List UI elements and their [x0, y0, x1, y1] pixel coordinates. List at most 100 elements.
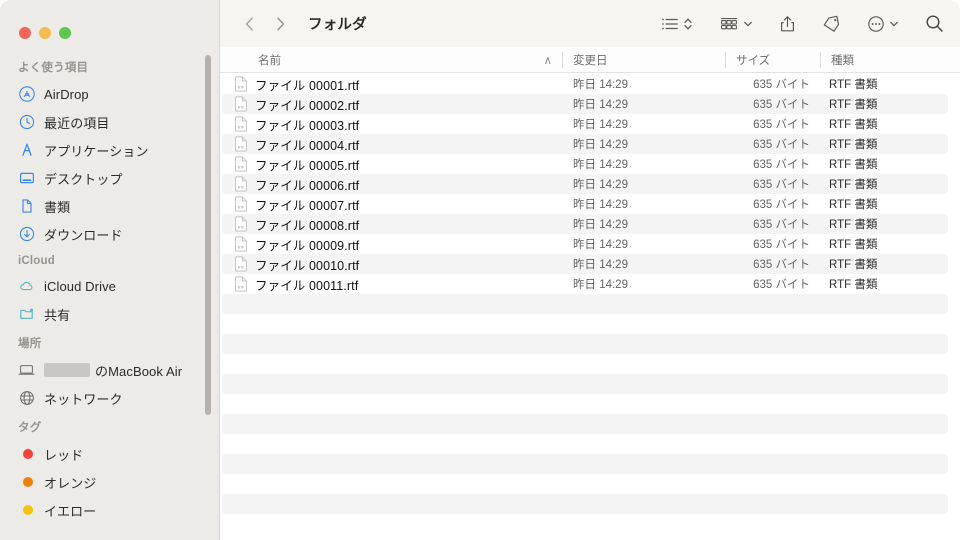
- table-row[interactable]: RTF ファイル 00010.rtf 昨日 14:29 635 バイト RTF …: [220, 254, 960, 274]
- empty-list-row[interactable]: [220, 514, 960, 534]
- rtf-document-icon: RTF: [235, 136, 247, 152]
- svg-text:RTF: RTF: [238, 186, 245, 190]
- sidebar-item-label: 共有: [44, 307, 71, 323]
- empty-list-row[interactable]: [220, 294, 960, 314]
- empty-list-row[interactable]: [220, 334, 960, 354]
- file-size-cell: 635 バイト: [753, 99, 810, 111]
- empty-list-row[interactable]: [220, 454, 960, 474]
- file-name-cell: RTF ファイル 00003.rtf: [220, 115, 562, 134]
- chevron-up-down-icon: [684, 18, 692, 29]
- table-row[interactable]: RTF ファイル 00001.rtf 昨日 14:29 635 バイト RTF …: [220, 74, 960, 94]
- rtf-document-icon: RTF: [235, 96, 247, 112]
- sidebar-item-recents[interactable]: 最近の項目: [0, 108, 219, 136]
- table-row[interactable]: RTF ファイル 00005.rtf 昨日 14:29 635 バイト RTF …: [220, 154, 960, 174]
- file-size-cell: 635 バイト: [753, 179, 810, 191]
- table-row[interactable]: RTF ファイル 00007.rtf 昨日 14:29 635 バイト RTF …: [220, 194, 960, 214]
- file-name-label: ファイル 00001.rtf: [255, 78, 360, 93]
- column-header-date[interactable]: 変更日: [562, 47, 725, 73]
- sidebar-item-applications[interactable]: アプリケーション: [0, 136, 219, 164]
- file-name-label: ファイル 00010.rtf: [255, 258, 360, 273]
- rtf-document-icon: RTF: [235, 276, 247, 292]
- document-icon: [18, 198, 35, 215]
- sidebar-item-macbook-air[interactable]: のMacBook Air: [0, 356, 219, 384]
- sidebar-item-shared[interactable]: 共有: [0, 300, 219, 328]
- file-kind-cell: RTF 書類: [829, 119, 878, 131]
- file-size-cell: 635 バイト: [753, 119, 810, 131]
- sidebar-item-documents[interactable]: 書類: [0, 192, 219, 220]
- folder-title: フォルダ: [308, 17, 367, 33]
- sidebar-item-downloads[interactable]: ダウンロード: [0, 220, 219, 248]
- finder-window: よく使う項目 AirDrop 最近の項目 アプリケーション デスクトップ 書類 …: [0, 0, 960, 540]
- empty-list-row[interactable]: [220, 354, 960, 374]
- file-kind-cell: RTF 書類: [829, 219, 878, 231]
- sidebar-item-network[interactable]: ネットワーク: [0, 384, 219, 412]
- desktop-icon: [18, 170, 35, 187]
- svg-text:RTF: RTF: [238, 266, 245, 270]
- main-pane: フォルダ 名前 ∧ 変更日 サイズ 種類 RTF ファイル 00001.rtf …: [220, 0, 960, 540]
- file-date-cell: 昨日 14:29: [573, 279, 628, 291]
- file-name-label: ファイル 00011.rtf: [255, 278, 359, 293]
- table-row[interactable]: RTF ファイル 00006.rtf 昨日 14:29 635 バイト RTF …: [220, 174, 960, 194]
- empty-list-row[interactable]: [220, 314, 960, 334]
- table-row[interactable]: RTF ファイル 00004.rtf 昨日 14:29 635 バイト RTF …: [220, 134, 960, 154]
- file-size-cell: 635 バイト: [753, 199, 810, 211]
- tags-button[interactable]: [822, 11, 841, 37]
- empty-list-row[interactable]: [220, 474, 960, 494]
- tag-dot-red-icon: [18, 446, 35, 463]
- maximize-window-button[interactable]: [59, 27, 71, 39]
- table-row[interactable]: RTF ファイル 00008.rtf 昨日 14:29 635 バイト RTF …: [220, 214, 960, 234]
- sidebar-item-tag-yellow[interactable]: イエロー: [0, 496, 219, 524]
- sidebar-group-title-tags: タグ: [18, 422, 42, 434]
- sidebar-item-label: iCloud Drive: [44, 278, 117, 294]
- more-button[interactable]: [867, 11, 899, 37]
- share-button[interactable]: [779, 11, 796, 37]
- sidebar-item-tag-red[interactable]: レッド: [0, 440, 219, 468]
- file-date-cell: 昨日 14:29: [573, 99, 628, 111]
- group-by-button[interactable]: [719, 11, 753, 37]
- minimize-window-button[interactable]: [39, 27, 51, 39]
- file-list[interactable]: RTF ファイル 00001.rtf 昨日 14:29 635 バイト RTF …: [220, 73, 960, 540]
- file-name-cell: RTF ファイル 00004.rtf: [220, 135, 562, 154]
- column-divider: [725, 51, 726, 68]
- column-header-name[interactable]: 名前 ∧: [220, 47, 562, 73]
- table-row[interactable]: RTF ファイル 00009.rtf 昨日 14:29 635 バイト RTF …: [220, 234, 960, 254]
- cloud-icon: [18, 278, 35, 295]
- table-row[interactable]: RTF ファイル 00003.rtf 昨日 14:29 635 バイト RTF …: [220, 114, 960, 134]
- empty-list-row[interactable]: [220, 494, 960, 514]
- file-size-cell: 635 バイト: [753, 219, 810, 231]
- tag-dot-yellow-icon: [18, 502, 35, 519]
- sidebar-item-desktop[interactable]: デスクトップ: [0, 164, 219, 192]
- sidebar-item-airdrop[interactable]: AirDrop: [0, 80, 219, 108]
- file-name-cell: RTF ファイル 00009.rtf: [220, 235, 562, 254]
- toolbar: フォルダ: [220, 0, 960, 47]
- back-button[interactable]: [238, 12, 260, 36]
- file-date-cell: 昨日 14:29: [573, 179, 628, 191]
- table-row[interactable]: RTF ファイル 00002.rtf 昨日 14:29 635 バイト RTF …: [220, 94, 960, 114]
- search-button[interactable]: [925, 11, 944, 37]
- network-icon: [18, 390, 35, 407]
- file-date-cell: 昨日 14:29: [573, 259, 628, 271]
- table-row[interactable]: RTF ファイル 00011.rtf 昨日 14:29 635 バイト RTF …: [220, 274, 960, 294]
- sidebar-item-tag-orange[interactable]: オレンジ: [0, 468, 219, 496]
- sidebar-item-label: レッド: [44, 447, 84, 463]
- sidebar-item-icloud-drive[interactable]: iCloud Drive: [0, 272, 219, 300]
- empty-list-row[interactable]: [220, 394, 960, 414]
- empty-list-row[interactable]: [220, 414, 960, 434]
- empty-list-row[interactable]: [220, 434, 960, 454]
- file-name-cell: RTF ファイル 00006.rtf: [220, 175, 562, 194]
- svg-text:RTF: RTF: [238, 286, 245, 290]
- clock-icon: [18, 114, 35, 131]
- close-window-button[interactable]: [19, 27, 31, 39]
- file-date-cell: 昨日 14:29: [573, 139, 628, 151]
- forward-button[interactable]: [269, 12, 291, 36]
- empty-list-row[interactable]: [220, 374, 960, 394]
- airdrop-icon: [18, 86, 35, 103]
- file-name-cell: RTF ファイル 00002.rtf: [220, 95, 562, 114]
- file-date-cell: 昨日 14:29: [573, 159, 628, 171]
- sidebar-item-label: アプリケーション: [44, 143, 149, 159]
- column-header-kind[interactable]: 種類: [820, 47, 940, 73]
- sidebar-scrollbar[interactable]: [205, 55, 211, 415]
- column-header-size[interactable]: サイズ: [725, 47, 820, 73]
- rtf-document-icon: RTF: [235, 76, 247, 92]
- view-list-button[interactable]: [661, 11, 693, 37]
